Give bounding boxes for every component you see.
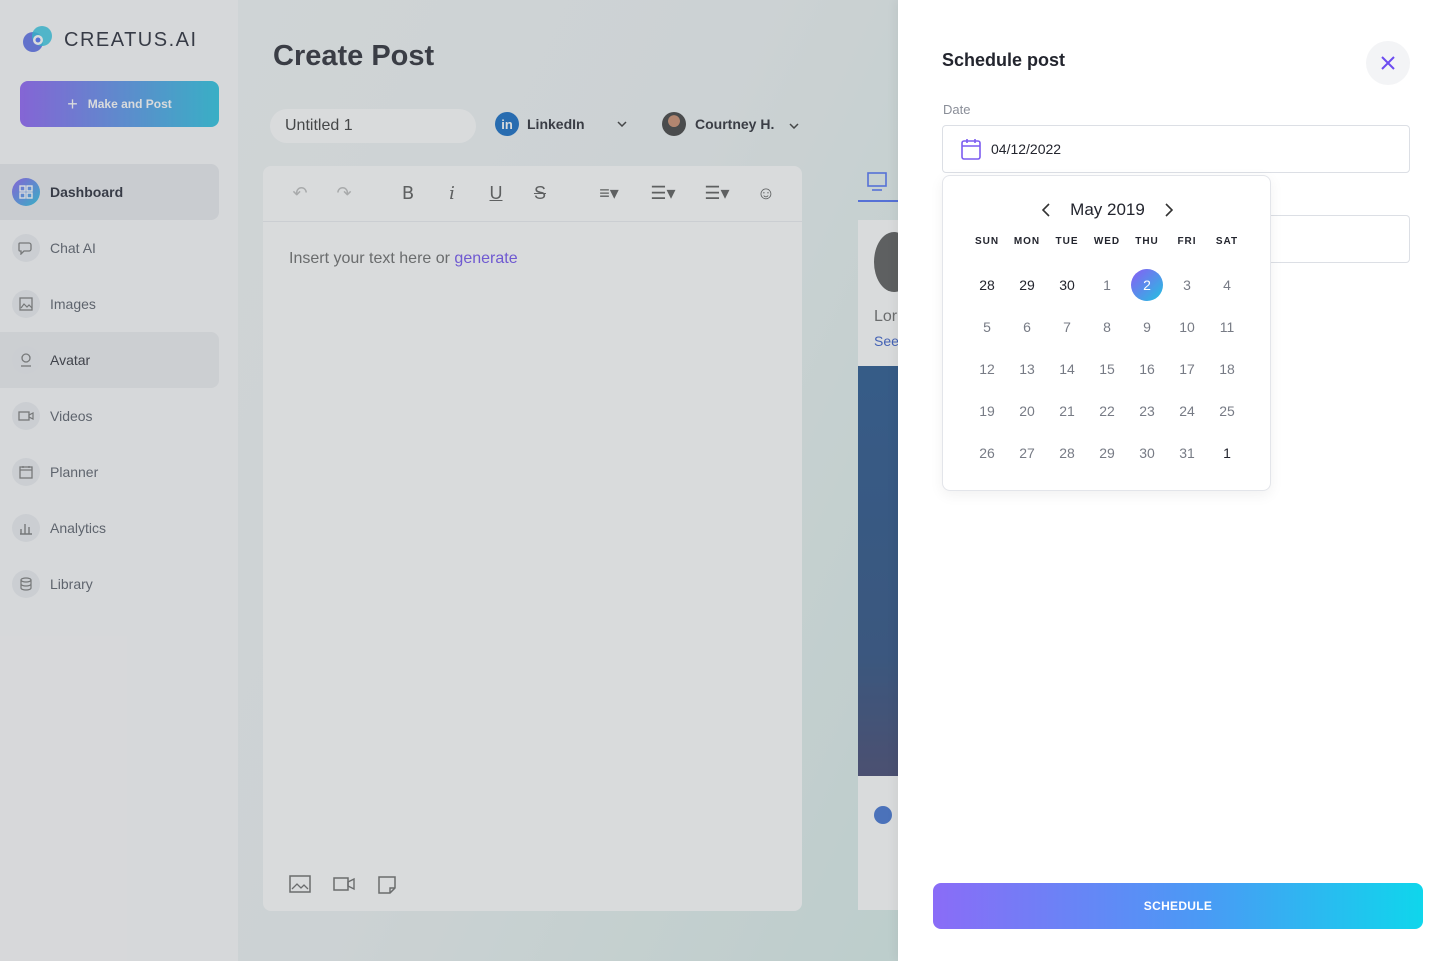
calendar-day-number: 18 — [1219, 361, 1235, 377]
schedule-button[interactable]: SCHEDULE — [933, 883, 1423, 929]
modal-backdrop[interactable] — [0, 0, 898, 961]
calendar-day-number: 10 — [1179, 319, 1195, 335]
weekday-header: TUE — [1055, 236, 1079, 247]
calendar-day-number: 17 — [1179, 361, 1195, 377]
calendar-day[interactable]: 21 — [1047, 390, 1087, 432]
calendar-day[interactable]: 12 — [967, 348, 1007, 390]
calendar-day-number: 25 — [1219, 403, 1235, 419]
calendar-day-number: 30 — [1139, 445, 1155, 461]
calendar-day[interactable]: 20 — [1007, 390, 1047, 432]
calendar-day[interactable]: 1 — [1207, 432, 1247, 474]
weekday-header: FRI — [1177, 236, 1197, 247]
calendar-day[interactable]: 13 — [1007, 348, 1047, 390]
calendar-day[interactable]: 25 — [1207, 390, 1247, 432]
calendar-day[interactable]: 29 — [1087, 432, 1127, 474]
calendar-grid: SUN MON TUE WED THU FRI SAT 28 29 30 1 2 3 4 5 6 7 8 9 10 11… — [967, 236, 1247, 474]
calendar-day[interactable]: 28 — [967, 264, 1007, 306]
weekday-header: WED — [1093, 236, 1121, 247]
calendar-day-number: 9 — [1143, 319, 1151, 335]
calendar-day-number: 7 — [1063, 319, 1071, 335]
schedule-post-drawer: Schedule post Date 04/12/2022 May 2019 S… — [898, 0, 1440, 961]
next-month-button[interactable] — [1159, 200, 1179, 220]
calendar-day[interactable]: 10 — [1167, 306, 1207, 348]
calendar-day[interactable]: 30 — [1047, 264, 1087, 306]
calendar-day[interactable]: 27 — [1007, 432, 1047, 474]
calendar-day-number: 20 — [1019, 403, 1035, 419]
calendar-day[interactable]: 23 — [1127, 390, 1167, 432]
date-value: 04/12/2022 — [991, 141, 1062, 157]
calendar-day-number: 31 — [1179, 445, 1195, 461]
calendar-day[interactable]: 5 — [967, 306, 1007, 348]
calendar-header: May 2019 — [943, 200, 1272, 220]
calendar-day[interactable]: 29 — [1007, 264, 1047, 306]
calendar-day[interactable]: 3 — [1167, 264, 1207, 306]
drawer-title: Schedule post — [942, 50, 1066, 70]
date-label: Date — [943, 102, 971, 117]
calendar-day-number: 1 — [1103, 277, 1111, 293]
calendar-day-selected[interactable]: 2 — [1127, 264, 1167, 306]
calendar-day[interactable]: 9 — [1127, 306, 1167, 348]
weekday-header: SUN — [974, 236, 1000, 247]
calendar-day-number: 4 — [1223, 277, 1231, 293]
calendar-day[interactable]: 6 — [1007, 306, 1047, 348]
calendar-day[interactable]: 16 — [1127, 348, 1167, 390]
calendar-day[interactable]: 1 — [1087, 264, 1127, 306]
calendar-day-number: 5 — [983, 319, 991, 335]
chevron-left-icon — [1042, 203, 1050, 217]
date-picker-calendar: May 2019 SUN MON TUE WED THU FRI SAT 28 29 30 1 2 3 4… — [942, 175, 1271, 491]
calendar-day[interactable]: 8 — [1087, 306, 1127, 348]
calendar-day[interactable]: 14 — [1047, 348, 1087, 390]
prev-month-button[interactable] — [1036, 200, 1056, 220]
calendar-day[interactable]: 15 — [1087, 348, 1127, 390]
weekday-header: THU — [1135, 236, 1159, 247]
calendar-day-number: 22 — [1099, 403, 1115, 419]
calendar-day-number: 1 — [1223, 445, 1231, 461]
calendar-day[interactable]: 28 — [1047, 432, 1087, 474]
calendar-day[interactable]: 26 — [967, 432, 1007, 474]
calendar-day-number: 23 — [1139, 403, 1155, 419]
calendar-day-number: 19 — [979, 403, 995, 419]
calendar-day[interactable]: 7 — [1047, 306, 1087, 348]
calendar-day-number: 3 — [1183, 277, 1191, 293]
calendar-day-number: 21 — [1059, 403, 1075, 419]
calendar-day-number: 2 — [1131, 269, 1163, 301]
calendar-day-number: 8 — [1103, 319, 1111, 335]
calendar-day[interactable]: 11 — [1207, 306, 1247, 348]
calendar-month-label: May 2019 — [1070, 200, 1145, 219]
calendar-day-number: 15 — [1099, 361, 1115, 377]
calendar-day[interactable]: 4 — [1207, 264, 1247, 306]
calendar-day[interactable]: 17 — [1167, 348, 1207, 390]
calendar-day-number: 26 — [979, 445, 995, 461]
calendar-day-number: 11 — [1219, 319, 1235, 335]
time-input[interactable] — [1258, 215, 1410, 263]
calendar-day-number: 13 — [1019, 361, 1035, 377]
chevron-right-icon — [1165, 203, 1173, 217]
calendar-day-number: 6 — [1023, 319, 1031, 335]
calendar-day[interactable]: 18 — [1207, 348, 1247, 390]
calendar-day-number: 29 — [1019, 277, 1035, 293]
close-icon — [1381, 56, 1395, 70]
calendar-icon — [961, 139, 981, 160]
calendar-day-number: 30 — [1059, 277, 1075, 293]
calendar-day[interactable]: 22 — [1087, 390, 1127, 432]
calendar-day[interactable]: 31 — [1167, 432, 1207, 474]
calendar-day-number: 12 — [979, 361, 995, 377]
calendar-day[interactable]: 19 — [967, 390, 1007, 432]
calendar-day[interactable]: 24 — [1167, 390, 1207, 432]
calendar-day-number: 24 — [1179, 403, 1195, 419]
calendar-day-number: 16 — [1139, 361, 1155, 377]
weekday-header: MON — [1013, 236, 1041, 247]
weekday-header: SAT — [1215, 236, 1239, 247]
calendar-day-number: 27 — [1019, 445, 1035, 461]
calendar-day-number: 28 — [979, 277, 995, 293]
date-input[interactable]: 04/12/2022 — [942, 125, 1410, 173]
close-button[interactable] — [1366, 41, 1410, 85]
calendar-day-number: 28 — [1059, 445, 1075, 461]
calendar-day-number: 14 — [1059, 361, 1075, 377]
calendar-day[interactable]: 30 — [1127, 432, 1167, 474]
calendar-day-number: 29 — [1099, 445, 1115, 461]
